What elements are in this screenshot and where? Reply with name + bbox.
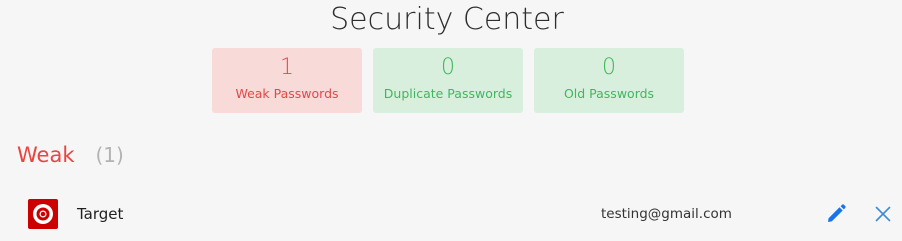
section-count: (1) — [95, 143, 124, 167]
weak-passwords-count: 1 — [280, 55, 294, 80]
duplicate-passwords-count: 0 — [441, 55, 455, 80]
old-passwords-label: Old Passwords — [563, 86, 655, 101]
security-center-screen: Security Center 1 Weak Passwords 0 Dupli… — [0, 0, 902, 241]
pencil-icon[interactable] — [825, 203, 847, 225]
duplicate-passwords-label: Duplicate Passwords — [383, 86, 513, 101]
weak-section-header: Weak (1) — [17, 143, 124, 171]
old-passwords-card[interactable]: 0 Old Passwords — [534, 48, 684, 113]
close-icon[interactable] — [874, 205, 892, 223]
old-passwords-count: 0 — [602, 55, 616, 80]
duplicate-passwords-card[interactable]: 0 Duplicate Passwords — [373, 48, 523, 113]
list-item[interactable]: Target testing@gmail.com — [0, 195, 902, 235]
stats-bar: 1 Weak Passwords 0 Duplicate Passwords 0… — [212, 48, 684, 113]
site-email: testing@gmail.com — [601, 206, 732, 222]
page-title: Security Center — [330, 2, 564, 37]
site-name: Target — [77, 205, 124, 223]
weak-passwords-label: Weak Passwords — [235, 86, 339, 101]
weak-passwords-card[interactable]: 1 Weak Passwords — [212, 48, 362, 113]
section-title: Weak — [17, 143, 75, 167]
target-logo-icon — [28, 199, 58, 229]
